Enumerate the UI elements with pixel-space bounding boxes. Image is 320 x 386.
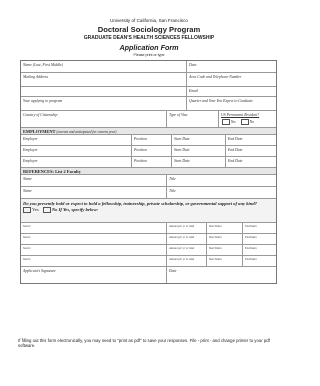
support-row: Source Amount per yr or total Start Date…: [21, 234, 276, 245]
print-note: Please print or type: [133, 53, 165, 57]
employment-row: Employer Position Start Date End Date: [21, 157, 276, 168]
us-permanent-yes-checkbox[interactable]: [222, 119, 230, 125]
row-citizenship: Country of Citizenship Type of Visa US P…: [21, 111, 276, 128]
mailing-address-field[interactable]: Mailing Address: [21, 73, 186, 86]
application-form-page: University of California, San Francisco …: [0, 0, 298, 386]
program-title: Doctoral Sociology Program: [97, 25, 201, 34]
support-question: Do you presently hold or expect to hold …: [21, 199, 276, 223]
signature-date-field[interactable]: Date: [166, 267, 276, 283]
signature-field[interactable]: Applicant's Signature: [21, 267, 166, 283]
reference-row: Name Title: [21, 187, 276, 199]
support-row: Source Amount per yr or total Start Date…: [21, 223, 276, 234]
country-field[interactable]: Country of Citizenship: [21, 111, 166, 127]
visa-type-field[interactable]: Type of Visa: [166, 111, 218, 127]
row-mailing: Mailing Address Area Code and Telephone …: [21, 73, 276, 87]
email-field[interactable]: Email: [186, 87, 276, 96]
references-section-header: REFERENCES: List 2 Faculty: [21, 168, 276, 175]
support-yes-checkbox[interactable]: [23, 207, 31, 213]
reference-name-field[interactable]: Name: [21, 175, 166, 186]
application-form-table: Name (Last, First Middle) Date Mailing A…: [20, 60, 277, 284]
form-title: Application Form: [119, 43, 179, 52]
quarter-year-field[interactable]: Quarter and Year You Expect to Graduate: [186, 97, 276, 110]
reference-name-field[interactable]: Name: [21, 187, 166, 198]
reference-row: Name Title: [21, 175, 276, 187]
phone-field[interactable]: Area Code and Telephone Number: [186, 73, 276, 86]
fellowship-title: GRADUATE DEAN'S HEALTH SCIENCES FELLOWSH…: [83, 35, 215, 41]
program-field[interactable]: Your applying to program: [21, 97, 186, 110]
support-row: Source Amount per yr or total Start Date…: [21, 245, 276, 256]
employment-row: Employer Position Start Date End Date: [21, 146, 276, 157]
reference-title-field[interactable]: Title: [166, 187, 276, 198]
reference-title-field[interactable]: Title: [166, 175, 276, 186]
footer-note: If filling out this form electronically,…: [18, 338, 270, 349]
date-field[interactable]: Date: [186, 61, 276, 72]
us-permanent-field: US Permanent Resident? Yes No: [218, 111, 276, 127]
support-no-checkbox[interactable]: [42, 207, 51, 213]
name-field[interactable]: Name (Last, First Middle): [21, 61, 186, 72]
row-name: Name (Last, First Middle) Date: [21, 61, 276, 73]
support-row: Source Amount per yr or total Start Date…: [21, 256, 276, 267]
row-email: Email: [21, 87, 276, 97]
employment-section-header: EMPLOYMENT (current and anticipated for …: [21, 128, 276, 135]
employment-row: Employer Position Start Date End Date: [21, 135, 276, 146]
row-program: Your applying to program Quarter and Yea…: [21, 97, 276, 111]
row-signature: Applicant's Signature Date: [21, 267, 276, 283]
university-name: University of California, San Francisco: [110, 18, 188, 23]
us-permanent-no-checkbox[interactable]: [240, 119, 249, 125]
